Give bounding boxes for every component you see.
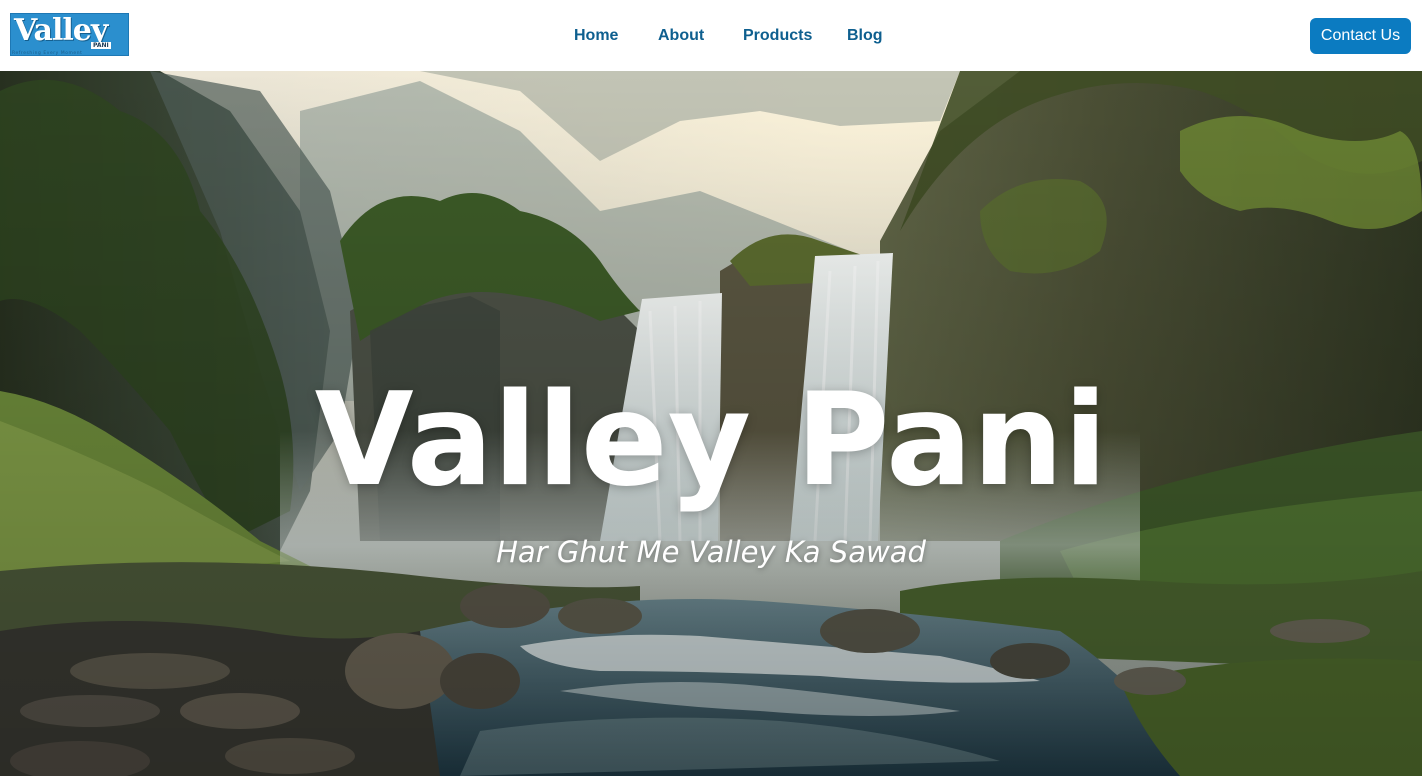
nav-link-blog[interactable]: Blog xyxy=(847,25,883,47)
hero-section: Valley Pani Har Ghut Me Valley Ka Sawad xyxy=(0,71,1422,776)
nav-link-about[interactable]: About xyxy=(658,25,704,47)
site-header: Valley PANI Refreshing Every Moment Home… xyxy=(0,0,1422,71)
nav-link-home[interactable]: Home xyxy=(574,25,618,47)
nav-link-products[interactable]: Products xyxy=(743,25,812,47)
contact-us-button[interactable]: Contact Us xyxy=(1310,18,1411,54)
main-nav: Home About Products Blog xyxy=(0,0,1422,71)
hero-title: Valley Pani xyxy=(314,366,1108,515)
hero-subtitle: Har Ghut Me Valley Ka Sawad xyxy=(496,535,926,569)
